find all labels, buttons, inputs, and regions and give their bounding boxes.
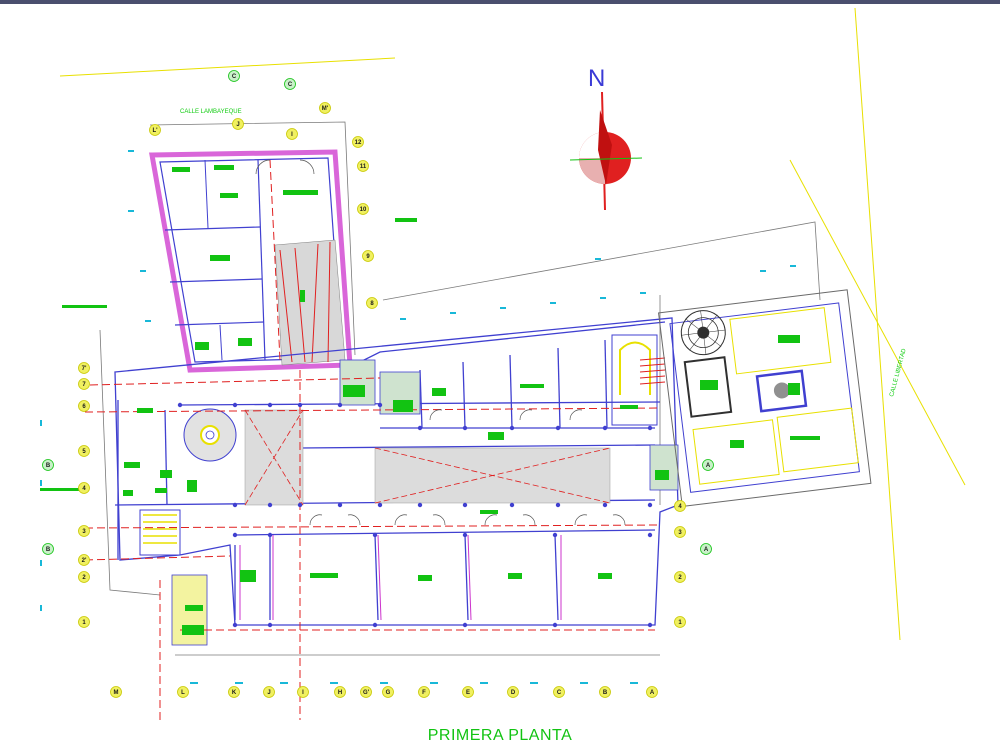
bottom-axis-label: M (114, 690, 119, 696)
floor-plan-drawing: N CALLE LAMBAYEQUE CALLE LIBERTAD MLKJIH… (40, 7, 966, 720)
top-axis-label: J (236, 122, 239, 128)
bottom-axis-label: H (338, 690, 342, 696)
bottom-axis-label: G (386, 690, 391, 696)
north-wing (149, 149, 353, 373)
section-mark-label: C (288, 82, 293, 88)
plan-title: PRIMERA PLANTA (427, 727, 573, 744)
left-axis-label: 7' (82, 366, 87, 372)
room-tags (40, 165, 820, 635)
bottom-axis-label: K (232, 690, 237, 696)
bottom-axis-label: D (511, 690, 516, 696)
bottom-axis: M L K J I H G' G F E D C B A (110, 686, 658, 698)
beam-lines (84, 159, 661, 720)
east-annex (658, 289, 872, 508)
wing-axis: 12111098 (352, 136, 378, 309)
bottom-axis-label: F (422, 690, 426, 696)
top-axis-label: M' (322, 106, 329, 112)
section-mark-label: A (706, 463, 711, 469)
bottom-axis-label: C (557, 690, 562, 696)
street-label-north: CALLE LAMBAYEQUE (180, 109, 242, 115)
bottom-axis-label: G' (363, 690, 370, 696)
west-staircase (139, 509, 181, 556)
section-mark-label: B (46, 463, 51, 469)
wing-axis-label: 11 (360, 164, 367, 170)
street-label-east: CALLE LIBERTAD (889, 348, 908, 398)
wing-axis-label: 10 (360, 207, 367, 213)
wing-axis-label: 12 (355, 140, 362, 146)
east-staircase (611, 334, 666, 426)
bottom-axis-label: A (650, 690, 655, 696)
north-label: N (588, 65, 605, 92)
bottom-axis-label: J (267, 690, 270, 696)
bottom-axis-label: L (181, 690, 185, 696)
section-mark-label: A (704, 547, 709, 553)
north-arrow: N (569, 65, 643, 211)
right-axis: 4321 (674, 500, 686, 628)
left-axis: 7'765432'21 (78, 362, 90, 628)
spiral-staircase (183, 408, 237, 462)
section-mark-label: C (232, 74, 237, 80)
dimension-ticks (40, 150, 796, 684)
left-axis-label: 2' (82, 558, 87, 564)
section-mark-label: B (46, 547, 51, 553)
bottom-axis-label: B (603, 690, 608, 696)
bottom-axis-label: E (466, 690, 470, 696)
top-axis-label: L' (152, 128, 158, 134)
